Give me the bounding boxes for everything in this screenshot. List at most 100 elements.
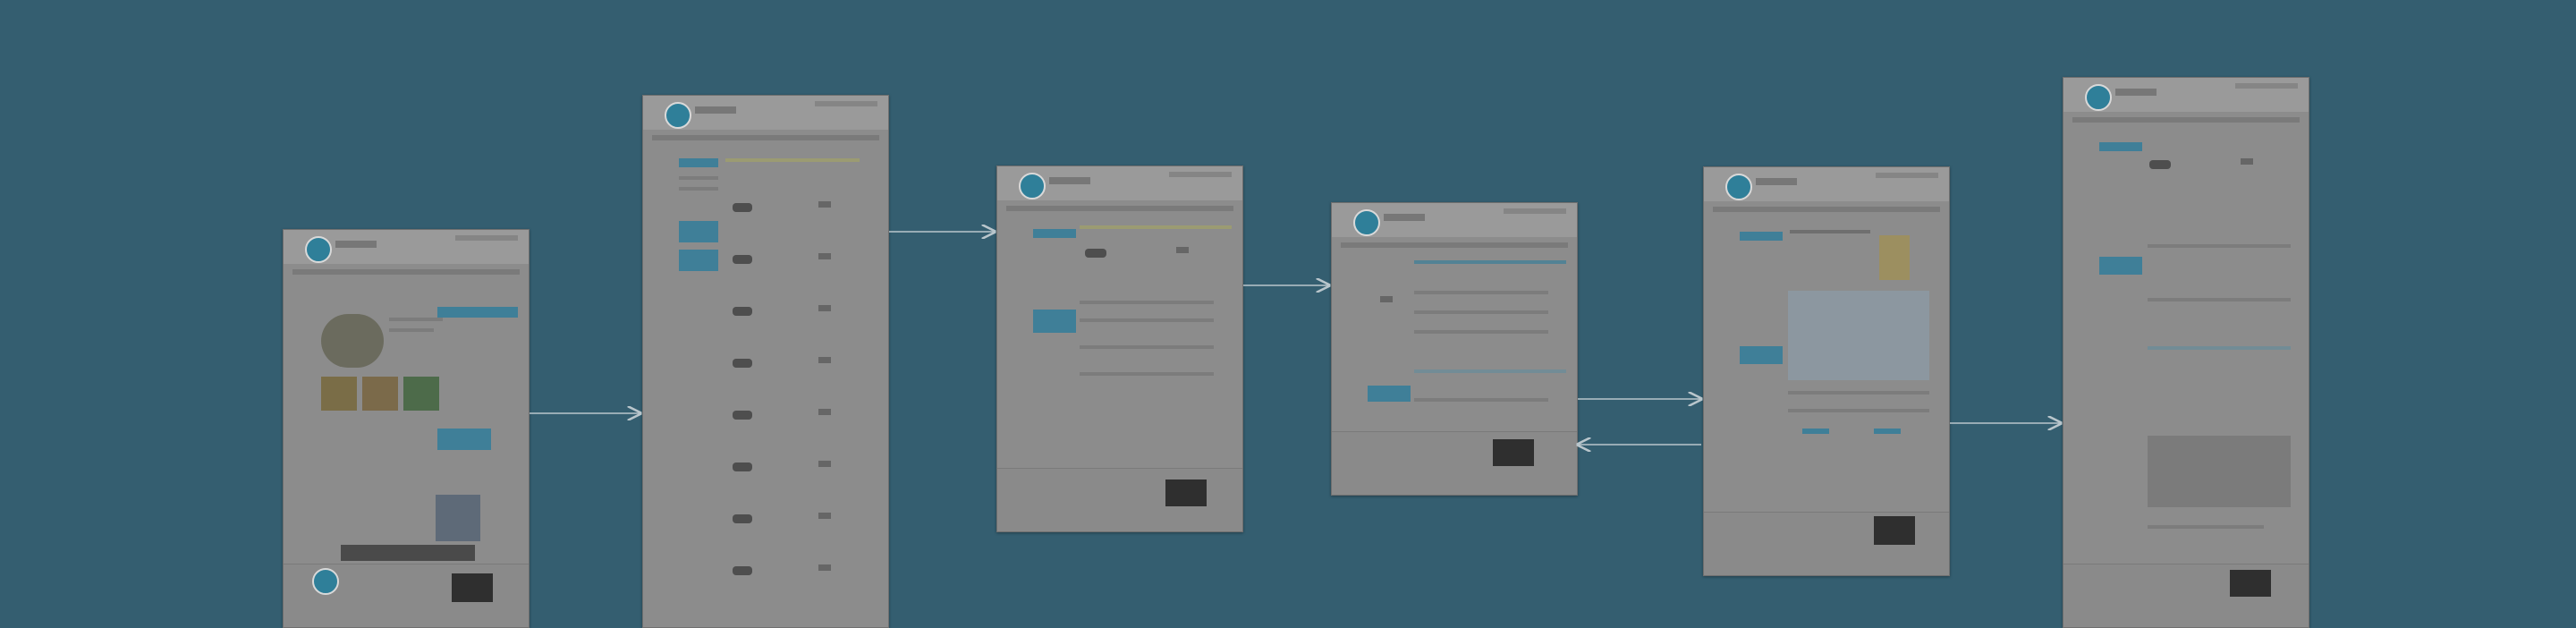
main-navigation xyxy=(292,269,520,275)
results-header xyxy=(725,158,860,162)
car-price xyxy=(818,357,831,363)
car-thumbnail xyxy=(733,203,752,212)
detail-line xyxy=(2148,298,2291,301)
form-line xyxy=(1414,398,1548,402)
logo-icon xyxy=(305,236,332,263)
page-footer xyxy=(2063,564,2309,627)
offer-heading xyxy=(1790,230,1870,233)
promo-banner xyxy=(437,429,491,450)
promo-image xyxy=(321,377,357,411)
top-navigation xyxy=(455,235,518,241)
sidebar-promo xyxy=(1033,310,1076,333)
screenshot-insurance xyxy=(1703,166,1950,576)
sidebar-line xyxy=(679,187,718,191)
plan-line xyxy=(1788,409,1929,412)
screenshot-home xyxy=(283,229,530,628)
logo-icon xyxy=(665,102,691,129)
sidebar-search-box xyxy=(2099,142,2142,151)
car-thumbnail xyxy=(733,411,752,420)
promo-image xyxy=(403,377,439,411)
logo-icon xyxy=(2085,84,2112,111)
car-price xyxy=(818,461,831,467)
form-line xyxy=(1414,310,1548,314)
app-promo xyxy=(2230,570,2271,597)
car-price xyxy=(818,201,831,208)
form-line xyxy=(1080,301,1214,304)
car-thumbnail xyxy=(2149,160,2171,169)
coverage-table xyxy=(1788,291,1929,380)
app-promo xyxy=(1493,439,1534,466)
form-line xyxy=(1080,345,1214,349)
detail-line xyxy=(2148,525,2264,529)
search-panel xyxy=(437,307,518,318)
screenshot-car-details xyxy=(996,165,1243,532)
sidebar-line xyxy=(679,176,718,180)
sidebar-search-box xyxy=(1740,232,1783,241)
car-price xyxy=(818,253,831,259)
sidebar-promo xyxy=(1740,346,1783,364)
footer-logo-icon xyxy=(312,568,339,595)
car-thumbnail xyxy=(1085,249,1106,258)
car-thumbnail xyxy=(733,566,752,575)
select-plan xyxy=(1802,429,1829,434)
car-price xyxy=(818,564,831,571)
total-price xyxy=(2241,158,2253,165)
main-navigation xyxy=(2072,117,2300,123)
car-price xyxy=(818,305,831,311)
top-navigation xyxy=(2235,83,2298,89)
form-header xyxy=(1414,260,1566,264)
screenshot-car-results xyxy=(642,95,889,628)
screenshot-driver-info xyxy=(1331,202,1578,496)
brand-mark xyxy=(2115,89,2157,96)
app-promo xyxy=(452,573,493,602)
car-thumbnail xyxy=(733,463,752,471)
summary-header xyxy=(1080,225,1232,229)
sidebar-promo xyxy=(2099,257,2142,275)
sidebar-promo xyxy=(679,221,718,242)
brand-mark xyxy=(695,106,736,114)
main-navigation xyxy=(1006,206,1233,211)
sidebar-search-box xyxy=(679,158,718,167)
main-navigation xyxy=(652,135,879,140)
logo-icon xyxy=(1019,173,1046,199)
brand-mark xyxy=(1756,178,1797,185)
app-promo xyxy=(1165,479,1207,506)
total-price xyxy=(1176,247,1189,253)
detail-line xyxy=(2148,244,2291,248)
content-line xyxy=(389,318,443,321)
terms-text xyxy=(2148,436,2291,507)
select-plan xyxy=(1874,429,1901,434)
top-navigation xyxy=(815,101,877,106)
sidebar-promo xyxy=(679,250,718,271)
main-navigation xyxy=(1341,242,1568,248)
car-thumbnail xyxy=(733,307,752,316)
car-price xyxy=(818,513,831,519)
brand-mark xyxy=(1049,177,1090,184)
logo-icon xyxy=(1725,174,1752,200)
app-promo xyxy=(1874,516,1915,545)
sidebar-promo xyxy=(1368,386,1411,402)
car-thumbnail xyxy=(733,514,752,523)
form-line xyxy=(1414,330,1548,334)
detail-section xyxy=(2148,346,2291,350)
brand-mark xyxy=(335,241,377,248)
content-line xyxy=(389,328,434,332)
main-navigation xyxy=(1713,207,1940,212)
form-section xyxy=(1414,369,1566,373)
logo-icon xyxy=(1353,209,1380,236)
promo-image xyxy=(362,377,398,411)
brand-mark xyxy=(1384,214,1425,221)
sidebar-search-box xyxy=(1033,229,1076,238)
promo-image xyxy=(436,495,480,541)
car-thumbnail xyxy=(733,359,752,368)
form-line xyxy=(1414,291,1548,294)
top-navigation xyxy=(1169,172,1232,177)
page-footer xyxy=(1332,431,1577,495)
flow-diagram xyxy=(0,0,2576,628)
plan-line xyxy=(1788,391,1929,395)
form-line xyxy=(1080,318,1214,322)
screenshot-confirmation xyxy=(2063,77,2309,628)
car-thumbnail xyxy=(733,255,752,264)
total-price xyxy=(1380,296,1393,302)
form-line xyxy=(1080,372,1214,376)
